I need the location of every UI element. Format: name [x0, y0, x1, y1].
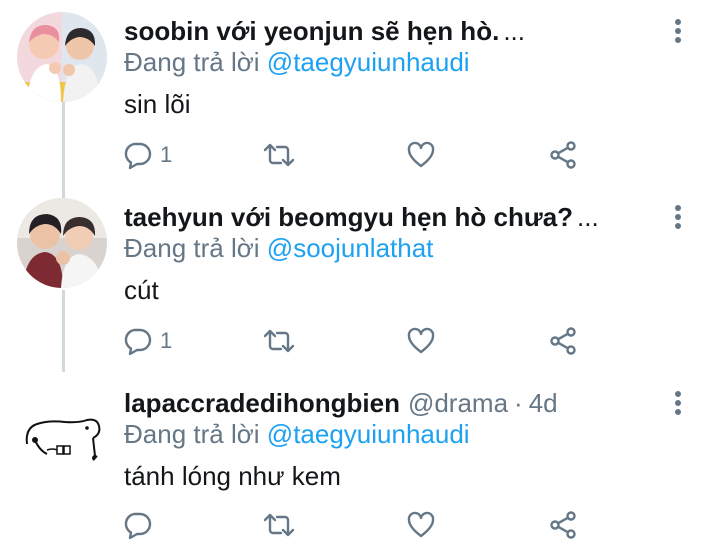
reply-button[interactable]: 1: [122, 324, 172, 358]
more-vertical-icon: [675, 19, 681, 43]
reply-label: Đang trả lời: [124, 419, 260, 449]
reply-context: Đang trả lời @soojunlathat: [124, 232, 433, 264]
retweet-button[interactable]: [262, 508, 296, 542]
reply-context: Đang trả lời @taegyuiunhaudi: [124, 46, 470, 78]
mention-link[interactable]: @taegyuiunhaudi: [267, 47, 470, 77]
tweet-text: cút: [124, 275, 159, 305]
like-icon: [407, 327, 435, 354]
mention-link[interactable]: @taegyuiunhaudi: [267, 419, 470, 449]
share-icon: [550, 511, 576, 539]
tweet[interactable]: taehyun với beomgyu hẹn hò chưa?... Đang…: [0, 186, 720, 372]
avatar[interactable]: [17, 12, 107, 102]
like-button[interactable]: [406, 508, 436, 542]
display-name[interactable]: soobin với yeonjun sẽ hẹn hò.: [124, 16, 499, 46]
reply-icon: [124, 512, 152, 540]
retweet-icon: [263, 329, 295, 353]
display-name[interactable]: taehyun với beomgyu hẹn hò chưa?: [124, 202, 573, 232]
retweet-button[interactable]: [262, 138, 296, 172]
more-button[interactable]: [666, 200, 690, 234]
retweet-icon: [263, 513, 295, 537]
tweet-text: tánh lóng như kem: [124, 461, 341, 491]
tweet-actions: 1: [122, 324, 582, 358]
reply-context: Đang trả lời @taegyuiunhaudi: [124, 418, 470, 450]
reply-button[interactable]: [122, 508, 152, 542]
more-button[interactable]: [666, 14, 690, 48]
tweet-text: sin lõi: [124, 89, 191, 119]
reply-count: 1: [160, 142, 173, 167]
reply-icon: [124, 142, 152, 170]
tweet-header: lapaccradedihongbien @drama · 4d: [124, 386, 660, 420]
reply-label: Đang trả lời: [124, 233, 260, 263]
like-button[interactable]: [406, 138, 436, 172]
like-icon: [407, 141, 435, 168]
reply-count: 1: [160, 328, 173, 353]
like-button[interactable]: [406, 324, 436, 358]
tweet-header: taehyun với beomgyu hẹn hò chưa?...: [124, 200, 660, 234]
more-vertical-icon: [675, 391, 681, 415]
mention-link[interactable]: @soojunlathat: [267, 233, 434, 263]
truncation-ellipsis: ...: [503, 16, 525, 46]
share-icon: [550, 327, 576, 355]
share-button[interactable]: [548, 324, 578, 358]
reply-icon: [124, 328, 152, 356]
separator-dot: ·: [514, 388, 523, 418]
truncation-ellipsis: ...: [577, 202, 599, 232]
more-vertical-icon: [675, 205, 681, 229]
reply-button[interactable]: 1: [122, 138, 172, 172]
retweet-button[interactable]: [262, 324, 296, 358]
tweet-header: soobin với yeonjun sẽ hẹn hò....: [124, 14, 660, 48]
share-button[interactable]: [548, 508, 578, 542]
more-button[interactable]: [666, 386, 690, 420]
user-handle[interactable]: @drama: [408, 388, 508, 418]
doodle-avatar-icon: [17, 384, 107, 474]
like-icon: [407, 511, 435, 538]
photo-avatar-icon: [17, 12, 107, 102]
share-icon: [550, 141, 576, 169]
avatar[interactable]: [17, 384, 107, 474]
tweet-actions: [122, 508, 582, 542]
tweet-actions: 1: [122, 138, 582, 172]
tweet[interactable]: soobin với yeonjun sẽ hẹn hò.... Đang tr…: [0, 0, 720, 186]
retweet-icon: [263, 143, 295, 167]
tweet[interactable]: lapaccradedihongbien @drama · 4d Đang trả l…: [0, 372, 720, 547]
avatar[interactable]: [17, 198, 107, 288]
timestamp[interactable]: 4d: [529, 388, 558, 418]
reply-label: Đang trả lời: [124, 47, 260, 77]
photo-avatar-icon: [17, 198, 107, 288]
display-name[interactable]: lapaccradedihongbien: [124, 388, 400, 418]
share-button[interactable]: [548, 138, 578, 172]
